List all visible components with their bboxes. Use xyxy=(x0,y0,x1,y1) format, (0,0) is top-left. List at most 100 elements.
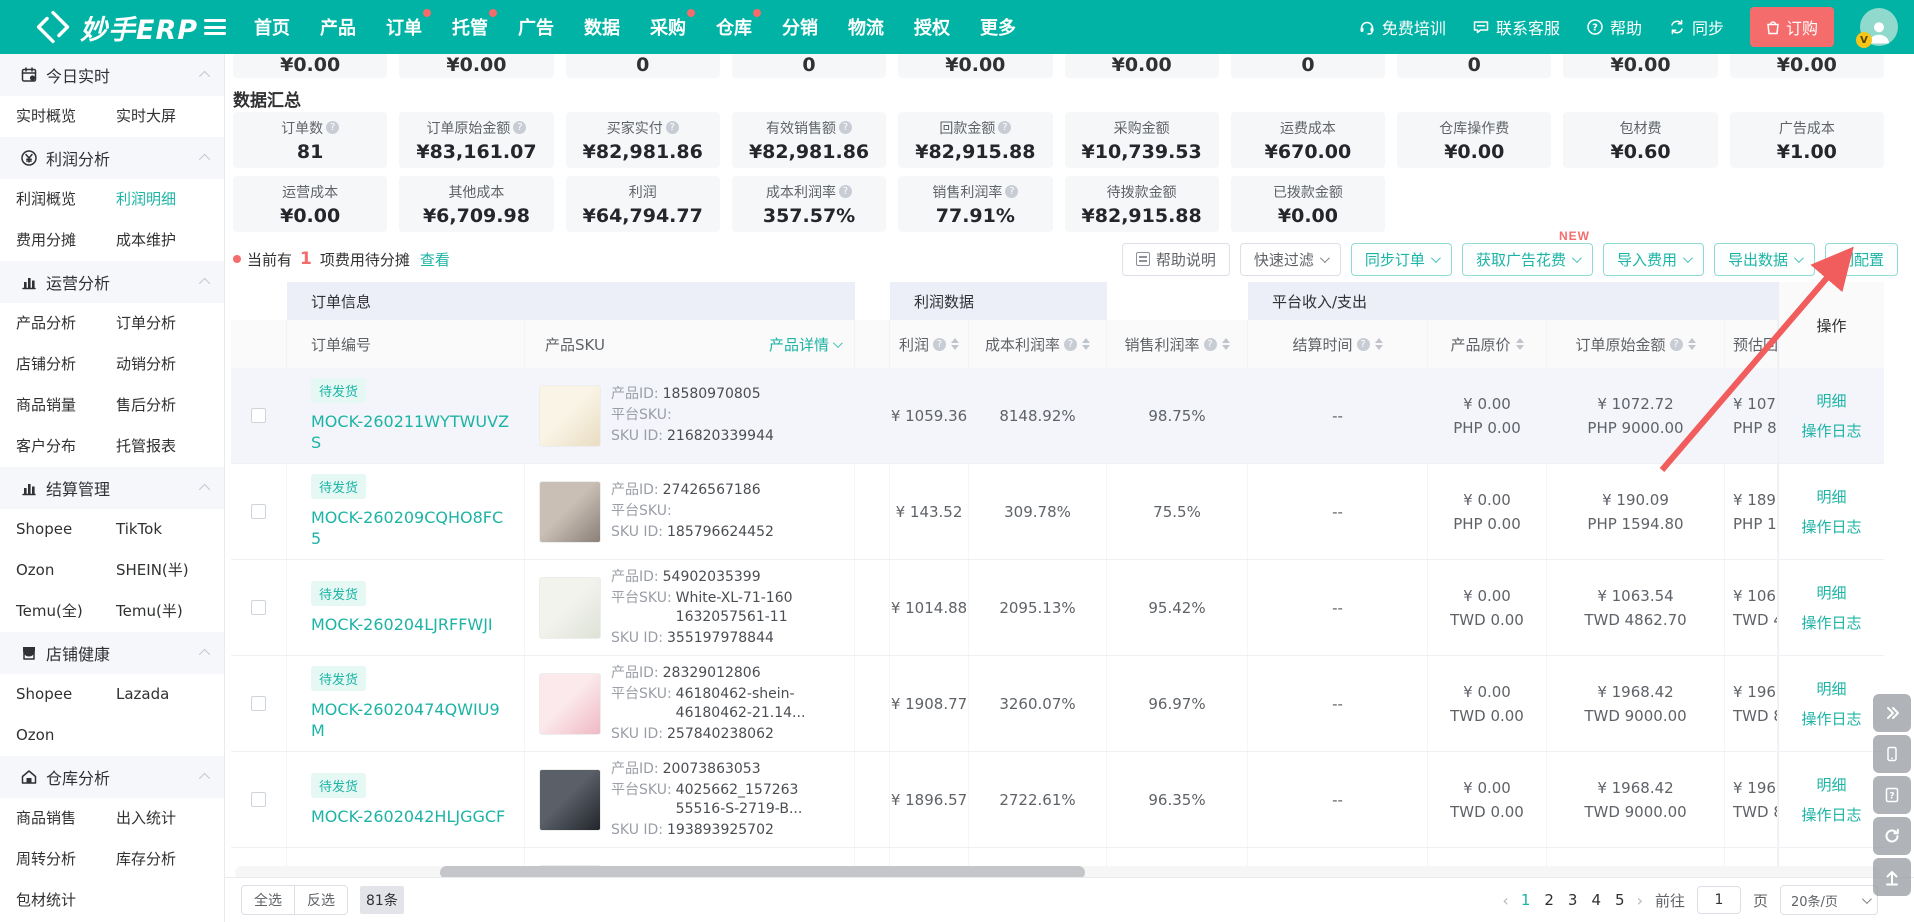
row-checkbox[interactable] xyxy=(251,696,266,711)
sidebar-item-店铺分析[interactable]: 店铺分析 xyxy=(16,344,116,385)
nav-item-仓库[interactable]: 仓库 xyxy=(716,14,752,40)
sidebar-item-Ozon[interactable]: Ozon xyxy=(16,715,116,756)
sort-icon[interactable] xyxy=(1688,338,1696,350)
per-page-select[interactable]: 20条/页 xyxy=(1780,885,1878,915)
sort-icon[interactable] xyxy=(951,338,959,350)
order-number-link[interactable]: MOCK-260204LJRFFWJI xyxy=(311,614,493,635)
nav-item-产品[interactable]: 产品 xyxy=(320,14,356,40)
page-number-5[interactable]: 5 xyxy=(1615,891,1625,909)
user-avatar[interactable]: V xyxy=(1860,8,1898,46)
help-icon[interactable]: ? xyxy=(326,121,339,134)
prev-page-icon[interactable]: ‹ xyxy=(1502,891,1508,910)
sidebar-item-Shopee[interactable]: Shopee xyxy=(16,509,116,550)
sidebar-item-利润明细[interactable]: 利润明细 xyxy=(116,179,216,220)
sidebar-item-实时大屏[interactable]: 实时大屏 xyxy=(116,96,216,137)
help-icon[interactable]: ? xyxy=(1005,185,1018,198)
action-link-明细[interactable]: 明细 xyxy=(1816,678,1846,699)
action-link-操作日志[interactable]: 操作日志 xyxy=(1801,420,1861,441)
help-icon[interactable]: ? xyxy=(1670,338,1683,351)
action-link-明细[interactable]: 明细 xyxy=(1816,486,1846,507)
help-icon[interactable]: ? xyxy=(839,121,852,134)
help-icon[interactable]: ? xyxy=(666,121,679,134)
sidebar-section-仓库分析[interactable]: 仓库分析 xyxy=(0,756,224,798)
sidebar-section-运营分析[interactable]: 运营分析 xyxy=(0,261,224,303)
sidebar-item-成本维护[interactable]: 成本维护 xyxy=(116,220,216,261)
help-icon[interactable]: ? xyxy=(1357,338,1370,351)
nav-headset-item[interactable]: 免费培训 xyxy=(1358,15,1446,39)
sidebar-item-Ozon[interactable]: Ozon xyxy=(16,550,116,591)
sidebar-item-Lazada[interactable]: Lazada xyxy=(116,674,216,715)
sidebar-item-商品销售[interactable]: 商品销售 xyxy=(16,798,116,839)
action-link-操作日志[interactable]: 操作日志 xyxy=(1801,804,1861,825)
sidebar-item-费用分摊[interactable]: 费用分摊 xyxy=(16,220,116,261)
nav-item-分销[interactable]: 分销 xyxy=(782,14,818,40)
sidebar-section-今日实时[interactable]: 今日实时 xyxy=(0,54,224,96)
action-link-操作日志[interactable]: 操作日志 xyxy=(1801,708,1861,729)
sidebar-item-周转分析[interactable]: 周转分析 xyxy=(16,839,116,880)
sidebar-item-售后分析[interactable]: 售后分析 xyxy=(116,385,216,426)
nav-item-更多[interactable]: 更多 xyxy=(980,14,1016,40)
sort-icon[interactable] xyxy=(1375,338,1383,350)
row-checkbox[interactable] xyxy=(251,504,266,519)
row-checkbox[interactable] xyxy=(251,792,266,807)
float-button-manual[interactable]: ? xyxy=(1873,776,1911,814)
sidebar-item-商品销量[interactable]: 商品销量 xyxy=(16,385,116,426)
nav-item-广告[interactable]: 广告 xyxy=(518,14,554,40)
page-number-2[interactable]: 2 xyxy=(1544,891,1554,909)
action-link-明细[interactable]: 明细 xyxy=(1816,390,1846,411)
nav-chat-item[interactable]: 联系客服 xyxy=(1472,15,1560,39)
goto-page-input[interactable] xyxy=(1697,886,1741,914)
sidebar-item-TikTok[interactable]: TikTok xyxy=(116,509,216,550)
sidebar-item-库存分析[interactable]: 库存分析 xyxy=(116,839,216,880)
help-icon[interactable]: ? xyxy=(513,121,526,134)
product-image[interactable] xyxy=(539,385,601,447)
order-number-link[interactable]: MOCK-260209CQHO8FC5 xyxy=(311,507,510,549)
sidebar-section-店铺健康[interactable]: 店铺健康 xyxy=(0,632,224,674)
page-number-4[interactable]: 4 xyxy=(1591,891,1601,909)
toolbar-button-列配置[interactable]: 列配置 xyxy=(1825,243,1898,276)
help-icon[interactable]: ? xyxy=(839,185,852,198)
sidebar-item-实时概览[interactable]: 实时概览 xyxy=(16,96,116,137)
toolbar-button-导出数据[interactable]: 导出数据 xyxy=(1714,243,1815,276)
toolbar-button-帮助说明[interactable]: 帮助说明 xyxy=(1122,243,1230,276)
select-all-button[interactable]: 全选 xyxy=(241,885,295,915)
float-button-mobile-app[interactable] xyxy=(1873,735,1911,773)
sidebar-item-Temu(全)[interactable]: Temu(全) xyxy=(16,591,116,632)
row-checkbox[interactable] xyxy=(251,408,266,423)
toolbar-button-导入费用[interactable]: 导入费用 xyxy=(1603,243,1704,276)
help-icon[interactable]: ? xyxy=(1204,338,1217,351)
view-link[interactable]: 查看 xyxy=(420,249,450,270)
menu-toggle-icon[interactable] xyxy=(204,19,226,35)
product-image[interactable] xyxy=(539,673,601,735)
product-image[interactable] xyxy=(539,481,601,543)
action-link-明细[interactable]: 明细 xyxy=(1816,774,1846,795)
sidebar-item-产品分析[interactable]: 产品分析 xyxy=(16,303,116,344)
help-icon[interactable]: ? xyxy=(933,338,946,351)
page-number-3[interactable]: 3 xyxy=(1568,891,1578,909)
sidebar-item-出入统计[interactable]: 出入统计 xyxy=(116,798,216,839)
order-number-link[interactable]: MOCK-26020474QWIU9M xyxy=(311,699,510,741)
nav-item-托管[interactable]: 托管 xyxy=(452,14,488,40)
toolbar-button-获取广告花费[interactable]: 获取广告花费NEW xyxy=(1462,243,1593,276)
sidebar-item-Shopee[interactable]: Shopee xyxy=(16,674,116,715)
nav-item-采购[interactable]: 采购 xyxy=(650,14,686,40)
product-image[interactable] xyxy=(539,577,601,639)
nav-item-授权[interactable]: 授权 xyxy=(914,14,950,40)
subscribe-button[interactable]: 订购 xyxy=(1750,7,1834,47)
sidebar-item-托管报表[interactable]: 托管报表 xyxy=(116,426,216,467)
sidebar-item-客户分布[interactable]: 客户分布 xyxy=(16,426,116,467)
nav-item-数据[interactable]: 数据 xyxy=(584,14,620,40)
next-page-icon[interactable]: › xyxy=(1637,891,1643,910)
nav-sync-item[interactable]: 同步 xyxy=(1668,15,1724,39)
action-link-操作日志[interactable]: 操作日志 xyxy=(1801,612,1861,633)
order-number-link[interactable]: MOCK-2602042HLJGGCF xyxy=(311,806,505,827)
float-button-back-to-top[interactable] xyxy=(1873,858,1911,896)
row-checkbox[interactable] xyxy=(251,600,266,615)
product-image[interactable] xyxy=(539,769,601,831)
help-icon[interactable]: ? xyxy=(998,121,1011,134)
page-number-1[interactable]: 1 xyxy=(1521,891,1531,909)
action-link-明细[interactable]: 明细 xyxy=(1816,582,1846,603)
nav-item-订单[interactable]: 订单 xyxy=(386,14,422,40)
sidebar-item-订单分析[interactable]: 订单分析 xyxy=(116,303,216,344)
float-button-refresh[interactable] xyxy=(1873,817,1911,855)
